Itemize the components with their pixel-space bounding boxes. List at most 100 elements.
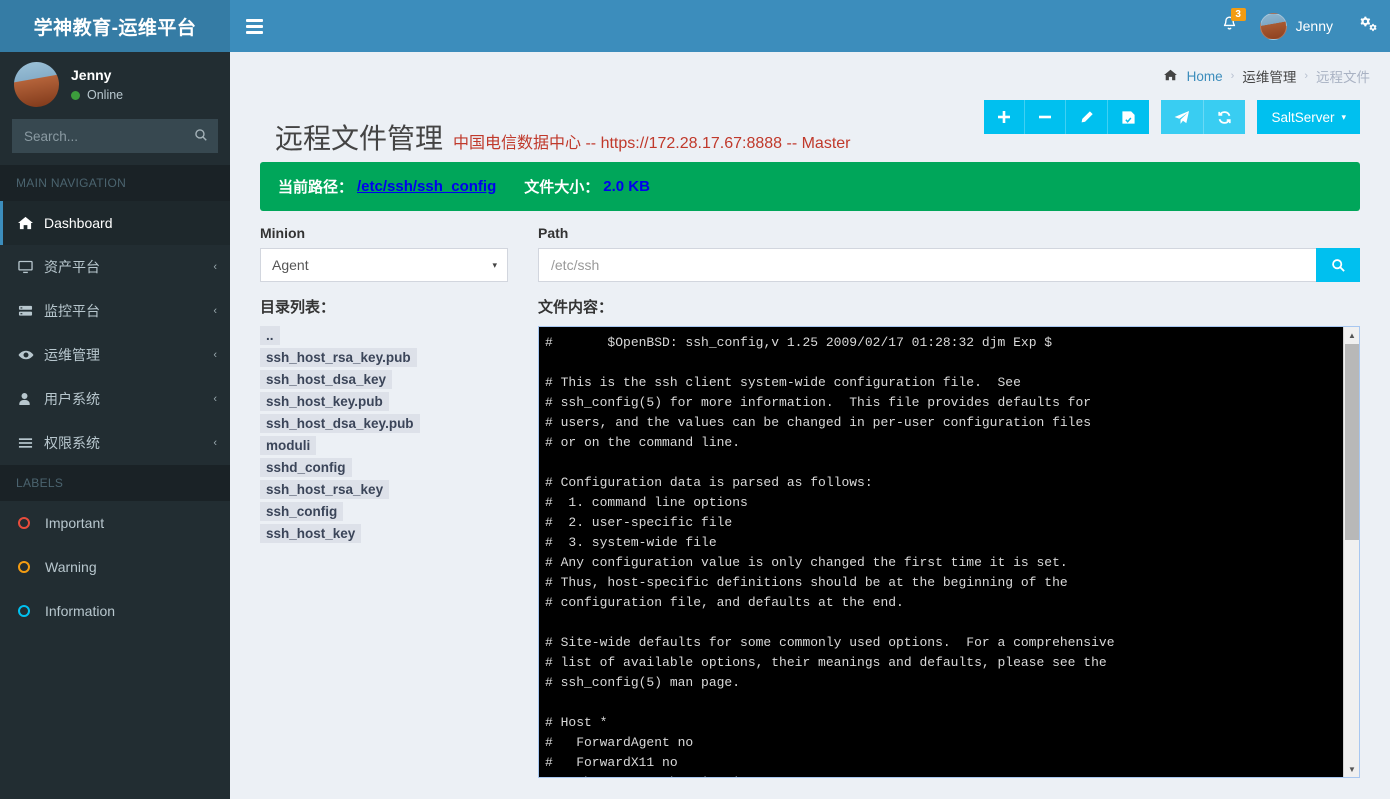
list-item[interactable]: ssh_host_dsa_key	[260, 370, 393, 389]
file-content-title: 文件内容：	[538, 299, 614, 316]
content-header: Home › 运维管理 › 远程文件	[230, 52, 1390, 98]
app-root: 学神教育-运维平台 3 Jenny Jenny Online Search...…	[0, 0, 1390, 799]
content-panes: 目录列表： .. ssh_host_rsa_key.pub ssh_host_d…	[230, 282, 1390, 778]
filter-form-row: Minion Agent ▾ Path	[230, 211, 1390, 282]
list-item[interactable]: moduli	[260, 436, 317, 455]
breadcrumb-separator: ›	[1230, 70, 1235, 82]
sidebar-label-information[interactable]: Information	[0, 589, 230, 633]
search-button[interactable]	[186, 120, 216, 152]
breadcrumb-home-link[interactable]: Home	[1187, 69, 1223, 84]
chevron-left-icon: ‹	[213, 393, 217, 405]
breadcrumb-level2-link[interactable]: 运维管理	[1242, 66, 1296, 86]
path-field-group: Path	[538, 225, 1360, 282]
scrollbar-thumb[interactable]	[1345, 344, 1359, 540]
notifications-button[interactable]: 3	[1209, 0, 1250, 52]
edit-file-button[interactable]	[1065, 100, 1108, 134]
list-item[interactable]: ssh_host_key	[260, 524, 362, 543]
sidebar-item-permission-system[interactable]: 权限系统 ‹	[0, 421, 230, 465]
current-path-label: 当前路径：	[278, 179, 354, 196]
online-dot-icon	[71, 90, 80, 100]
list-item[interactable]: ssh_host_key.pub	[260, 392, 389, 411]
sidebar-toggle-button[interactable]	[230, 0, 278, 52]
home-icon	[18, 216, 44, 230]
chevron-left-icon: ‹	[213, 437, 217, 449]
chevron-down-icon: ▾	[1341, 111, 1346, 122]
user-menu-button[interactable]: Jenny	[1250, 0, 1347, 52]
circle-icon	[18, 517, 30, 529]
sidebar-item-label: Dashboard	[44, 215, 113, 231]
sidebar-item-asset-platform[interactable]: 资产平台 ‹	[0, 245, 230, 289]
sidebar-search-form	[12, 119, 218, 153]
navbar-right: 3 Jenny	[1209, 0, 1390, 52]
home-icon	[1163, 69, 1177, 84]
sidebar-label-important[interactable]: Important	[0, 501, 230, 545]
sidebar-label-text: Information	[45, 603, 116, 619]
list-item[interactable]: ssh_host_rsa_key	[260, 480, 390, 499]
list-item[interactable]: ..	[260, 326, 280, 345]
sidebar-item-label: 用户系统	[44, 391, 100, 407]
user-icon	[18, 392, 44, 406]
list-item[interactable]: ssh_host_dsa_key.pub	[260, 414, 420, 433]
sidebar-nav-heading: MAIN NAVIGATION	[0, 165, 230, 201]
sidebar-item-label: 监控平台	[44, 303, 100, 319]
navbar: 3 Jenny	[230, 0, 1390, 52]
sidebar-label-text: Important	[45, 515, 105, 531]
app-logo[interactable]: 学神教育-运维平台	[0, 0, 230, 52]
chevron-left-icon: ‹	[213, 261, 217, 273]
control-sidebar-button[interactable]	[1347, 0, 1390, 52]
minion-field-group: Minion Agent ▾	[260, 225, 508, 282]
directory-pane: 目录列表： .. ssh_host_rsa_key.pub ssh_host_d…	[260, 296, 508, 778]
list-item[interactable]: ssh_host_rsa_key.pub	[260, 348, 417, 367]
sidebar-item-label: 运维管理	[44, 347, 100, 363]
sidebar-label-warning[interactable]: Warning	[0, 545, 230, 589]
navbar-user-name: Jenny	[1295, 18, 1333, 34]
circle-icon	[18, 605, 30, 617]
path-search-button[interactable]	[1316, 248, 1360, 282]
sidebar-item-dashboard[interactable]: Dashboard	[0, 201, 230, 245]
file-content-text[interactable]: # $OpenBSD: ssh_config,v 1.25 2009/02/17…	[539, 327, 1359, 777]
minion-label: Minion	[260, 225, 306, 241]
sidebar-user-info: Jenny Online	[71, 67, 123, 102]
add-file-button[interactable]	[984, 100, 1025, 134]
file-content-pane: 文件内容： # $OpenBSD: ssh_config,v 1.25 2009…	[538, 296, 1360, 778]
list-item[interactable]: ssh_config	[260, 502, 344, 521]
refresh-button[interactable]	[1203, 100, 1246, 134]
save-file-button[interactable]	[1107, 100, 1150, 134]
sidebar-item-user-system[interactable]: 用户系统 ‹	[0, 377, 230, 421]
sidebar-item-monitor-platform[interactable]: 监控平台 ‹	[0, 289, 230, 333]
path-input[interactable]	[538, 248, 1316, 282]
gears-icon	[1359, 15, 1378, 37]
sidebar-user-status-label: Online	[87, 88, 124, 102]
transfer-actions-group	[1161, 100, 1246, 134]
minion-selected-value: Agent	[272, 257, 309, 273]
minion-select[interactable]: Agent ▾	[260, 248, 508, 282]
action-toolbar: SaltServer ▾	[984, 100, 1360, 134]
avatar	[1259, 12, 1287, 40]
desktop-icon	[18, 260, 44, 274]
sidebar-user-panel[interactable]: Jenny Online	[0, 52, 230, 117]
chevron-left-icon: ‹	[213, 305, 217, 317]
file-size-value: 2.0 KB	[603, 178, 650, 195]
sidebar-avatar	[14, 62, 59, 107]
file-content-editor[interactable]: # $OpenBSD: ssh_config,v 1.25 2009/02/17…	[538, 326, 1360, 778]
file-actions-group	[984, 100, 1150, 134]
salt-server-dropdown[interactable]: SaltServer ▾	[1257, 100, 1360, 134]
send-file-button[interactable]	[1161, 100, 1204, 134]
main-header: 学神教育-运维平台 3 Jenny	[0, 0, 1390, 52]
current-path-alert: 当前路径： /etc/ssh/ssh_config 文件大小： 2.0 KB	[260, 162, 1360, 211]
sidebar-label-text: Warning	[45, 559, 97, 575]
sidebar-item-ops-management[interactable]: 运维管理 ‹	[0, 333, 230, 377]
circle-icon	[18, 561, 30, 573]
breadcrumb-current: 远程文件	[1316, 70, 1370, 85]
sidebar: Jenny Online MAIN NAVIGATION Dashboard	[0, 52, 230, 799]
remove-file-button[interactable]	[1024, 100, 1066, 134]
sidebar-user-status: Online	[71, 88, 123, 102]
scroll-up-icon[interactable]: ▲	[1344, 327, 1359, 343]
list-item[interactable]: sshd_config	[260, 458, 352, 477]
file-size-label: 文件大小：	[524, 179, 600, 196]
scroll-down-icon[interactable]: ▼	[1344, 761, 1359, 777]
editor-scrollbar[interactable]: ▲ ▼	[1343, 327, 1359, 777]
sidebar-item-label: 资产平台	[44, 259, 100, 275]
page-title-row: 远程文件管理 中国电信数据中心 -- https://172.28.17.67:8…	[230, 98, 1390, 154]
current-path-link[interactable]: /etc/ssh/ssh_config	[357, 178, 496, 195]
